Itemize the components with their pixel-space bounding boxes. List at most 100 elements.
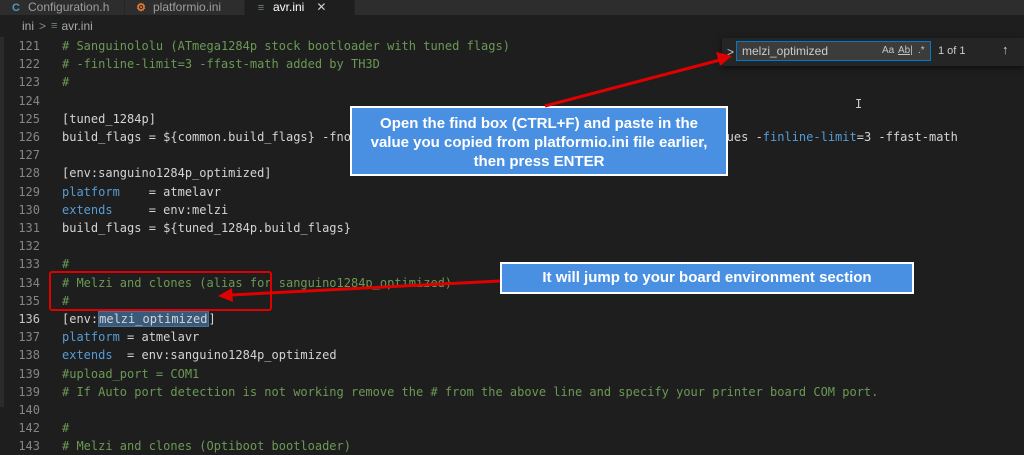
code-text: platform = atmelavr (62, 183, 221, 201)
line-number: 139 (18, 384, 40, 399)
line-number: 122 (18, 57, 40, 72)
regex-icon[interactable]: .* (918, 45, 925, 56)
code-text: # (62, 73, 69, 91)
line-number: 133 (18, 257, 40, 272)
line-number: 131 (18, 221, 40, 235)
line-number: 125 (18, 111, 40, 126)
highlight-box (49, 271, 272, 311)
code-text: [env:melzi_optimized] (62, 310, 216, 328)
toggle-replace-icon[interactable]: > (727, 45, 734, 59)
code-token: # (62, 75, 70, 90)
search-match-highlight: melzi_optimized (98, 311, 209, 327)
code-token: finline-limit (762, 130, 857, 144)
tab-label: platformio.ini (153, 0, 222, 14)
line-number: 137 (18, 330, 40, 345)
line-number: 129 (18, 184, 40, 199)
code-token: =3 -ffast-math (856, 130, 958, 144)
find-widget: > melzi_optimized Aa Ab| .* 1 of 1 ↑ (722, 38, 1024, 66)
code-line[interactable]: 143 # Melzi and clones (Optiboot bootload… (0, 437, 1024, 455)
code-token: [tuned_1284p] (62, 111, 156, 126)
line-number: 123 (18, 75, 40, 90)
code-text: extends = env:melzi (62, 201, 228, 219)
code-line[interactable]: 132 (0, 237, 1024, 255)
close-icon[interactable]: ✕ (316, 0, 326, 15)
match-case-icon[interactable]: Aa (882, 45, 894, 56)
code-text: # If Auto port detection is not working … (62, 383, 878, 401)
code-line[interactable]: 139 # If Auto port detection is not worki… (0, 383, 1024, 401)
code-token: = atmelavr (119, 184, 221, 199)
settings-file-icon: ≡ (257, 2, 265, 14)
line-number: 143 (18, 439, 40, 454)
tab-label: Configuration.h (28, 0, 110, 14)
text-cursor-icon: I (855, 97, 863, 111)
code-line[interactable]: 138 extends = env:sanguino1284p_optimized (0, 346, 1024, 364)
breadcrumb: ini > ≡ avr.ini (0, 15, 1024, 37)
code-token: # Sanguinololu (ATmega1284p stock bootlo… (62, 39, 510, 53)
code-token: # (62, 421, 70, 436)
code-token: platform (62, 184, 120, 199)
code-token: = env:sanguino1284p_optimized (112, 348, 337, 363)
breadcrumb-file[interactable]: avr.ini (61, 19, 92, 33)
code-token: extends (62, 202, 113, 217)
code-editor[interactable]: 121 # Sanguinololu (ATmega1284p stock boo… (0, 37, 1024, 453)
code-token: # Melzi and clones (Optiboot bootloader) (62, 439, 351, 454)
line-number: 139 (18, 366, 40, 381)
code-text: # Melzi and clones (Optiboot bootloader) (62, 437, 351, 455)
code-line[interactable]: 136 [env:melzi_optimized] (0, 310, 1024, 328)
line-number: 134 (18, 275, 40, 290)
line-number: 121 (18, 39, 40, 53)
tab-configuration-h[interactable]: C Configuration.h (0, 0, 125, 15)
code-text: # (62, 419, 69, 437)
line-number: 126 (18, 130, 40, 144)
tab-platformio-ini[interactable]: ⚙ platformio.ini (125, 0, 245, 15)
tab-avr-ini[interactable]: ≡ avr.ini ✕ (245, 0, 355, 15)
chevron-right-icon: > (39, 19, 47, 33)
code-token: # -finline-limit=3 -ffast-math added by … (62, 57, 380, 72)
code-token: platform (62, 330, 120, 345)
code-text: platform = atmelavr (62, 328, 199, 346)
code-token: [env:sanguino1284p_optimized] (62, 166, 272, 181)
code-line[interactable]: 140 (0, 401, 1024, 419)
line-number: 128 (18, 166, 40, 181)
code-line[interactable]: 137 platform = atmelavr (0, 328, 1024, 346)
code-token: build_flags = ${tuned_1284p.build_flags} (62, 221, 351, 235)
line-number: 142 (18, 421, 40, 436)
settings-file-icon: ≡ (51, 20, 58, 32)
code-token: #upload_port = COM1 (62, 366, 200, 381)
code-token: = atmelavr (119, 330, 200, 345)
code-token: extends (62, 348, 113, 363)
code-line[interactable]: 142 # (0, 419, 1024, 437)
code-text: [tuned_1284p] (62, 110, 156, 128)
line-number: 127 (18, 148, 40, 163)
code-text: # Sanguinololu (ATmega1284p stock bootlo… (62, 37, 510, 55)
code-line[interactable]: 123 # (0, 73, 1024, 91)
line-number: 140 (18, 403, 40, 417)
line-number: 138 (18, 348, 40, 363)
match-count: 1 of 1 (938, 45, 966, 57)
line-number: 135 (18, 293, 40, 308)
previous-match-icon[interactable]: ↑ (1002, 42, 1009, 57)
code-text: [env:sanguino1284p_optimized] (62, 164, 272, 182)
callout-find-instructions: Open the find box (CTRL+F) and paste in … (350, 106, 728, 176)
line-number: 132 (18, 239, 40, 254)
tab-label: avr.ini (273, 0, 305, 14)
code-line[interactable]: 130 extends = env:melzi (0, 201, 1024, 219)
code-token: # (62, 257, 70, 272)
callout-jump-explanation: It will jump to your board environment s… (500, 262, 914, 294)
gear-icon: ⚙ (136, 2, 146, 14)
code-token: = env:melzi (112, 202, 229, 217)
code-line[interactable]: 129 platform = atmelavr (0, 183, 1024, 201)
code-line[interactable]: 139 #upload_port = COM1 (0, 365, 1024, 383)
code-text: build_flags = ${tuned_1284p.build_flags} (62, 219, 351, 237)
code-token: build_flags = ${common.build_flags} -fno… (62, 130, 380, 144)
line-number: 124 (18, 93, 40, 108)
code-line[interactable]: 131 build_flags = ${tuned_1284p.build_fla… (0, 219, 1024, 237)
breadcrumb-folder[interactable]: ini (22, 19, 34, 33)
line-number: 130 (18, 202, 40, 217)
code-text: #upload_port = COM1 (62, 365, 199, 383)
tab-bar: C Configuration.h ⚙ platformio.ini ≡ avr… (0, 0, 1024, 15)
match-whole-word-icon[interactable]: Ab| (898, 45, 913, 56)
code-token: # If Auto port detection is not working … (62, 384, 879, 399)
code-token: [env: (62, 312, 99, 326)
line-number: 136 (18, 312, 40, 326)
